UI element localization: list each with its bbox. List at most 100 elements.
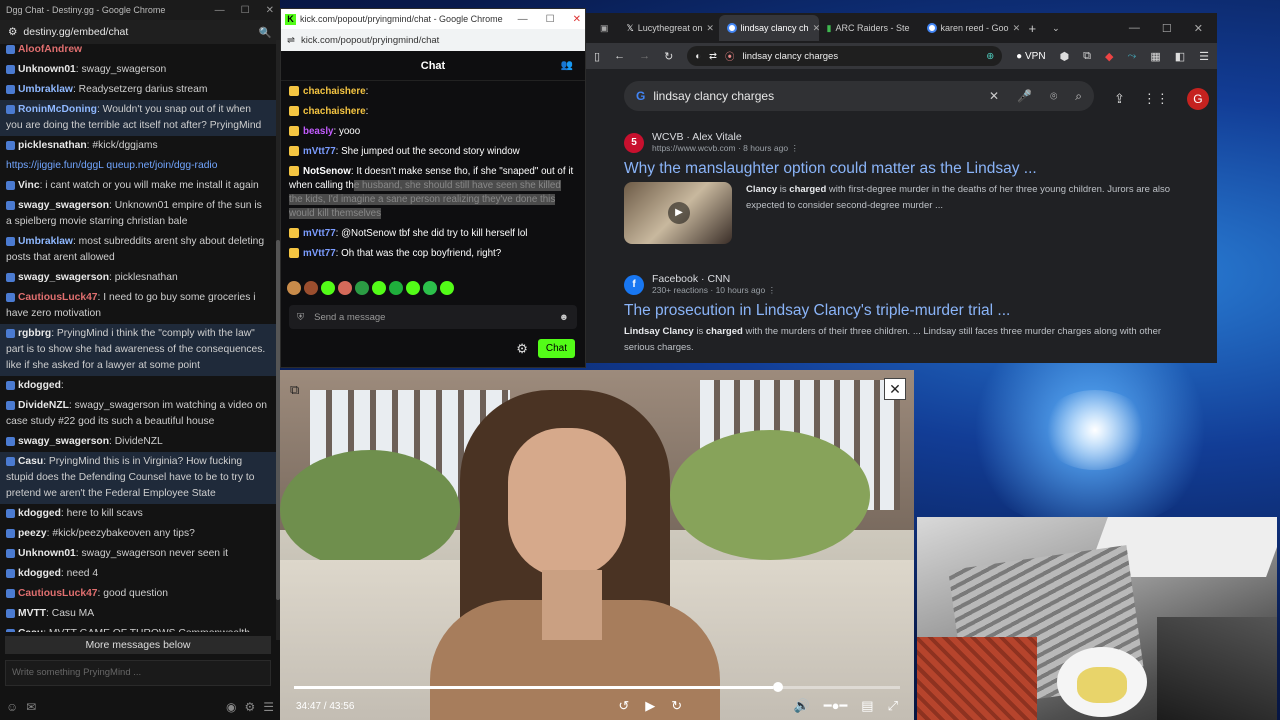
emote-icon[interactable]: ☺ [6,700,18,714]
kick-username[interactable]: mVtt77 [303,248,336,259]
emote-icon[interactable] [338,281,352,295]
sidebar-icon[interactable]: ▯ [594,50,600,63]
chat-username[interactable]: kdogged [18,508,61,519]
users-icon[interactable]: ☰ [263,700,274,714]
close-icon[interactable]: ✕ [573,14,581,25]
volume-slider[interactable]: ━●━ [824,698,848,714]
captions-icon[interactable]: ▤ [861,698,873,714]
emote-icon[interactable] [321,281,335,295]
video-thumbnail[interactable]: ▶ [624,182,732,244]
fullscreen-icon[interactable]: ⤢ [888,698,898,714]
close-icon[interactable]: ✕ [1194,22,1203,35]
tab-arc[interactable]: ▮ ARC Raiders - Ste [819,15,919,41]
minimize-icon[interactable]: — [1129,22,1140,35]
site-info-icon[interactable]: ⚙ [8,26,17,38]
kick-username[interactable]: chachaishere [303,106,366,117]
kick-username[interactable]: chachaishere [303,86,366,97]
more-options-icon[interactable]: ⋮ [790,143,799,153]
close-icon[interactable]: ✕ [706,23,714,34]
chat-username[interactable]: RoninMcDoning [18,104,97,115]
chat-text[interactable]: https://jiggie.fun/dggL queup.net/join/d… [6,160,217,171]
mic-icon[interactable]: 🎤 [1017,89,1032,104]
picture-in-picture-icon[interactable]: ⧉ [290,382,299,398]
chat-username[interactable]: Casu [18,456,43,467]
menu-icon[interactable]: ☰ [1199,50,1209,63]
emote-icon[interactable] [423,281,437,295]
reload-icon[interactable]: ↻ [664,50,673,63]
chat-username[interactable]: CautiousLuck47 [18,588,98,599]
chat-username[interactable]: Casu [18,628,43,632]
play-icon[interactable]: ▶ [645,698,655,714]
kick-send-input[interactable]: ⛨ Send a message ☻ [289,305,577,329]
chat-username[interactable]: MVTT [18,608,46,619]
avatar[interactable]: G [1186,88,1209,110]
chevron-down-icon[interactable]: ⌄ [1046,23,1066,34]
chat-username[interactable]: kdogged [18,568,61,579]
new-tab-icon[interactable]: + [1019,21,1047,36]
rewind-icon[interactable]: ↺ [618,698,629,714]
clear-icon[interactable]: ✕ [989,89,999,104]
settings-icon[interactable]: ⚙ [244,700,255,714]
emote-icon[interactable] [287,281,301,295]
chat-username[interactable]: kdogged [18,380,61,391]
more-options-icon[interactable]: ⋮ [768,285,777,295]
chat-username[interactable]: Unknown01 [18,548,76,559]
progress-bar[interactable] [294,682,900,692]
kick-username[interactable]: beasly [303,126,334,137]
tab-karen[interactable]: karen reed - Goo ✕ [919,15,1019,41]
forward-icon[interactable]: ↻ [671,698,682,714]
chat-username[interactable]: Umbraklaw [18,236,73,247]
extension-icon[interactable]: ⤳ [1128,50,1137,63]
chat-username[interactable]: swagy_swagerson [18,272,109,283]
dgg-chat-input[interactable]: Write something PryingMind ... [5,660,271,686]
emote-icon[interactable] [304,281,318,295]
kick-username[interactable]: mVtt77 [303,228,336,239]
volume-icon[interactable]: 🔊 [794,698,810,714]
vpn-button[interactable]: ● VPN [1016,51,1045,62]
play-icon[interactable]: ▶ [668,202,690,224]
apps-icon[interactable]: ⋮⋮ [1143,91,1169,107]
emote-icon[interactable] [406,281,420,295]
chat-username[interactable]: Vinc [18,180,40,191]
emote-icon[interactable] [389,281,403,295]
lens-icon[interactable]: ⌾ [1050,89,1057,104]
chat-username[interactable]: swagy_swagerson [18,436,109,447]
extension-icon[interactable]: ◆ [1105,50,1113,63]
tab-search-icon[interactable]: ▣ [590,23,619,34]
puzzle-icon[interactable]: ⧉ [1083,50,1091,63]
maximize-icon[interactable]: ☐ [1162,22,1172,35]
extension-icon[interactable]: ▦ [1150,50,1160,63]
chat-username[interactable]: CautiousLuck47 [18,292,98,303]
eye-icon[interactable]: ◉ [226,700,236,714]
address-bar[interactable]: ◐ ⇄ ⦿ lindsay clancy charges ⊕ [687,46,1003,66]
result-title-link[interactable]: The prosecution in Lindsay Clancy's trip… [624,302,1184,320]
maximize-icon[interactable]: ☐ [241,5,250,16]
tune-icon[interactable]: ⇄ [709,51,717,62]
maximize-icon[interactable]: ☐ [546,14,555,25]
chat-username[interactable]: Unknown01 [18,64,76,75]
kick-username[interactable]: NotSenow [303,166,351,177]
result-title-link[interactable]: Why the manslaughter option could matter… [624,160,1184,178]
tab-lindsay[interactable]: lindsay clancy ch ✕ [718,15,819,41]
extension-icon[interactable]: ⬢ [1060,50,1070,63]
emote-icon[interactable] [440,281,454,295]
back-icon[interactable]: ← [614,50,625,62]
zoom-icon[interactable]: 🔍 [259,26,272,39]
emote-icon[interactable] [372,281,386,295]
gear-icon[interactable]: ⚙ [516,341,528,357]
chat-username[interactable]: picklesnathan [18,140,87,151]
more-messages-button[interactable]: More messages below [5,636,271,654]
video-player[interactable]: ⧉ ✕ 34:47 / 43:56 ↺ ▶ ↻ 🔊 ━●━ ▤ ⤢ [280,370,914,720]
chat-username[interactable]: DivideNZL [18,400,69,411]
site-info-icon[interactable]: ⇌ [287,35,295,46]
search-icon[interactable]: ⌕ [1075,89,1082,104]
kick-username[interactable]: mVtt77 [303,146,336,157]
chat-username[interactable]: AloofAndrew [18,44,82,55]
forward-icon[interactable]: → [639,50,650,62]
users-icon[interactable]: 👥 [561,60,573,71]
tab-lucy[interactable]: 𝕏 Lucythegreat on ✕ [619,15,719,41]
chat-username[interactable]: peezy [18,528,47,539]
search-box[interactable]: G lindsay clancy charges ✕ 🎤 ⌾ ⌕ [624,81,1094,111]
emote-icon[interactable] [355,281,369,295]
chat-username[interactable]: rgbbrg [18,328,51,339]
